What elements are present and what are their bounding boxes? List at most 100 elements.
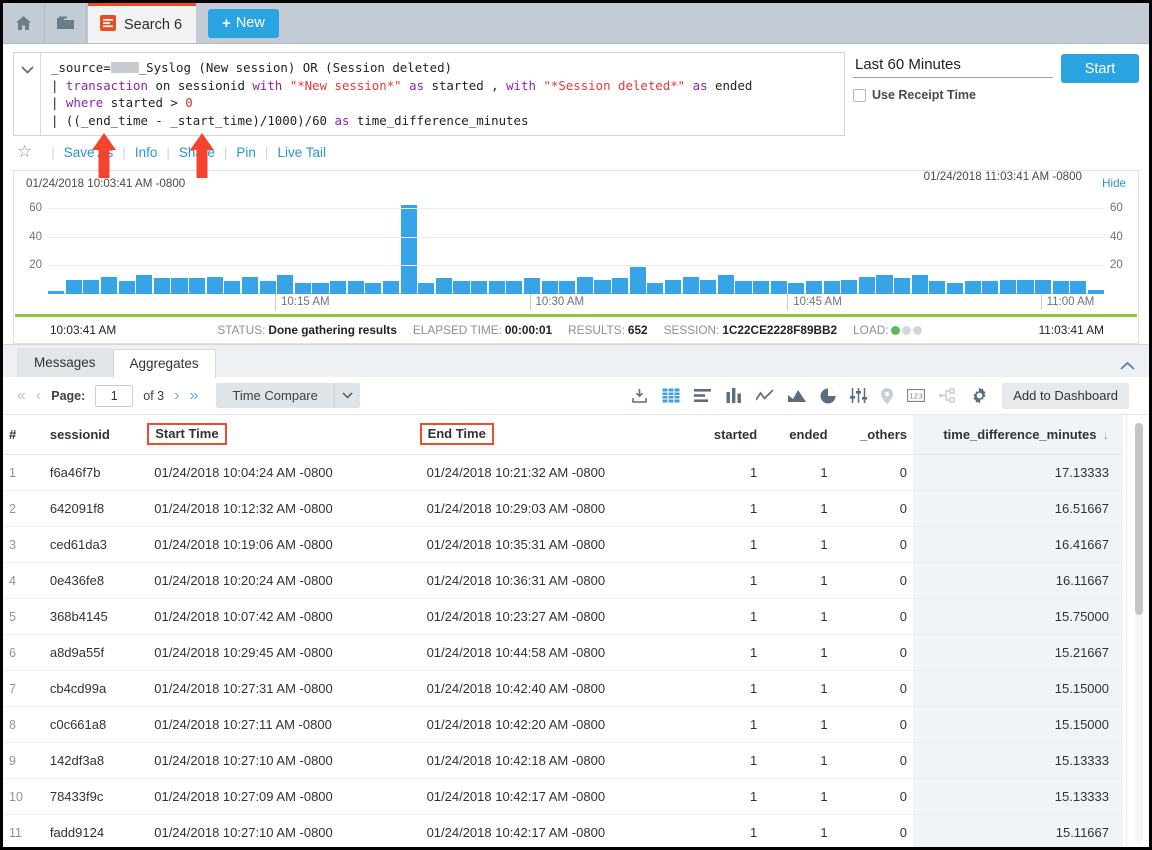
add-to-dashboard-button[interactable]: Add to Dashboard: [1002, 383, 1129, 409]
next-page-icon[interactable]: ›: [174, 387, 179, 405]
cell-started: 1: [693, 527, 763, 563]
tab-aggregates[interactable]: Aggregates: [113, 349, 216, 378]
cell-sessionid: c0c661a8: [44, 707, 148, 743]
table-row[interactable]: 9142df3a801/24/2018 10:27:10 AM -080001/…: [3, 743, 1123, 779]
pie-chart-icon[interactable]: [820, 388, 836, 404]
new-search-button[interactable]: + New: [208, 9, 279, 38]
chart-x-tick: 11:00 AM: [1041, 294, 1095, 310]
area-chart-icon[interactable]: [788, 389, 806, 403]
sliders-icon[interactable]: [850, 388, 867, 403]
cell-started: 1: [693, 671, 763, 707]
pagination-controls: « ‹ Page: of 3 › »: [17, 385, 198, 407]
chart-bar: [912, 275, 928, 294]
histogram-hide-link[interactable]: Hide: [1102, 177, 1126, 190]
cell-sessionid: 642091f8: [44, 491, 148, 527]
map-pin-icon[interactable]: [881, 388, 893, 404]
table-row[interactable]: 3ced61da301/24/2018 10:19:06 AM -080001/…: [3, 527, 1123, 563]
bar-horizontal-icon[interactable]: [694, 388, 712, 403]
cell-end-time: 01/24/2018 10:23:27 AM -0800: [421, 599, 693, 635]
status-value: Done gathering results: [268, 323, 396, 337]
col-header-end-time[interactable]: End Time: [421, 415, 693, 455]
chart-bar: [330, 281, 346, 294]
start-search-button[interactable]: Start: [1061, 54, 1139, 83]
col-header-ended[interactable]: ended: [763, 415, 833, 455]
chart-bar: [577, 277, 593, 294]
share-link[interactable]: Share: [179, 145, 215, 160]
query-text[interactable]: _source=_Syslog (New session) OR (Sessio…: [40, 53, 844, 135]
chart-bar: [753, 281, 769, 294]
save-as-link[interactable]: Save As: [64, 145, 114, 160]
tab-search-6[interactable]: Search 6: [88, 3, 196, 43]
col-header-others[interactable]: _others: [834, 415, 913, 455]
page-label: Page:: [51, 389, 85, 403]
col-header-started[interactable]: started: [693, 415, 763, 455]
time-range-input[interactable]: [853, 54, 1053, 78]
table-row[interactable]: 8c0c661a801/24/2018 10:27:11 AM -080001/…: [3, 707, 1123, 743]
cell-time-difference-minutes: 15.21667: [913, 635, 1123, 671]
chevron-up-icon[interactable]: [1120, 357, 1135, 375]
export-icon[interactable]: [631, 387, 648, 404]
use-receipt-time-label: Use Receipt Time: [872, 88, 976, 102]
table-icon[interactable]: [662, 388, 680, 403]
elapsed-group: ELAPSED TIME:00:00:01: [413, 323, 552, 337]
col-header-time-difference-minutes[interactable]: time_difference_minutes↓: [913, 415, 1123, 455]
first-page-icon[interactable]: «: [17, 387, 26, 405]
cell-end-time: 01/24/2018 10:35:31 AM -0800: [421, 527, 693, 563]
cell-start-time: 01/24/2018 10:29:45 AM -0800: [148, 635, 420, 671]
chart-bar: [136, 275, 152, 294]
histogram-chart[interactable]: 202040406060: [48, 194, 1104, 294]
col-header-index[interactable]: #: [3, 415, 44, 455]
chart-bar: [735, 281, 751, 294]
cell-end-time: 01/24/2018 10:36:31 AM -0800: [421, 563, 693, 599]
page-input[interactable]: [95, 385, 133, 407]
chevron-down-icon[interactable]: [334, 383, 360, 408]
query-collapse-button[interactable]: [14, 53, 40, 135]
table-scrollbar-thumb[interactable]: [1135, 423, 1143, 615]
cell-started: 1: [693, 707, 763, 743]
time-compare-button[interactable]: Time Compare: [216, 383, 359, 408]
end-time-highlight: End Time: [420, 423, 494, 445]
chart-bar: [700, 280, 716, 294]
info-link[interactable]: Info: [135, 145, 158, 160]
cell-others: 0: [834, 743, 913, 779]
star-icon[interactable]: ☆: [17, 142, 32, 162]
query-editor[interactable]: _source=_Syslog (New session) OR (Sessio…: [13, 52, 845, 136]
home-button[interactable]: [3, 3, 45, 43]
page-of-label: of 3: [143, 389, 164, 403]
cell-others: 0: [834, 563, 913, 599]
live-tail-link[interactable]: Live Tail: [277, 145, 326, 160]
cell-start-time: 01/24/2018 10:27:09 AM -0800: [148, 779, 420, 815]
node-graph-icon[interactable]: [939, 388, 957, 403]
chart-bar: [277, 275, 293, 294]
cell-ended: 1: [763, 671, 833, 707]
pin-link[interactable]: Pin: [236, 145, 256, 160]
col-header-start-time[interactable]: Start Time: [148, 415, 420, 455]
gear-icon[interactable]: [971, 387, 988, 404]
table-row[interactable]: 7cb4cd99a01/24/2018 10:27:31 AM -080001/…: [3, 671, 1123, 707]
table-row[interactable]: 40e436fe801/24/2018 10:20:24 AM -080001/…: [3, 563, 1123, 599]
tdm-label: time_difference_minutes: [943, 427, 1096, 442]
table-row[interactable]: 1078433f9c01/24/2018 10:27:09 AM -080001…: [3, 779, 1123, 815]
col-header-sessionid[interactable]: sessionid: [44, 415, 148, 455]
line-chart-icon[interactable]: [756, 389, 774, 403]
cell-end-time: 01/24/2018 10:42:17 AM -0800: [421, 815, 693, 848]
prev-page-icon[interactable]: ‹: [36, 387, 41, 405]
tab-messages[interactable]: Messages: [17, 348, 113, 377]
table-row[interactable]: 5368b414501/24/2018 10:07:42 AM -080001/…: [3, 599, 1123, 635]
visualization-icons: 123 Add to Dashboard: [631, 383, 1139, 409]
single-value-icon[interactable]: 123: [907, 389, 925, 402]
table-row[interactable]: 2642091f801/24/2018 10:12:32 AM -080001/…: [3, 491, 1123, 527]
library-button[interactable]: [45, 3, 87, 43]
table-row[interactable]: 11fadd912401/24/2018 10:27:10 AM -080001…: [3, 815, 1123, 848]
bar-vertical-icon[interactable]: [726, 388, 742, 403]
chart-bar: [982, 281, 998, 294]
table-row[interactable]: 6a8d9a55f01/24/2018 10:29:45 AM -080001/…: [3, 635, 1123, 671]
cell-sessionid: cb4cd99a: [44, 671, 148, 707]
svg-text:123: 123: [909, 391, 923, 400]
cell-start-time: 01/24/2018 10:07:42 AM -0800: [148, 599, 420, 635]
last-page-icon[interactable]: »: [189, 387, 198, 405]
table-row[interactable]: 1f6a46f7b01/24/2018 10:04:24 AM -080001/…: [3, 455, 1123, 491]
start-time-highlight: Start Time: [147, 423, 226, 445]
cell-ended: 1: [763, 563, 833, 599]
use-receipt-time-checkbox[interactable]: Use Receipt Time: [853, 88, 1053, 102]
